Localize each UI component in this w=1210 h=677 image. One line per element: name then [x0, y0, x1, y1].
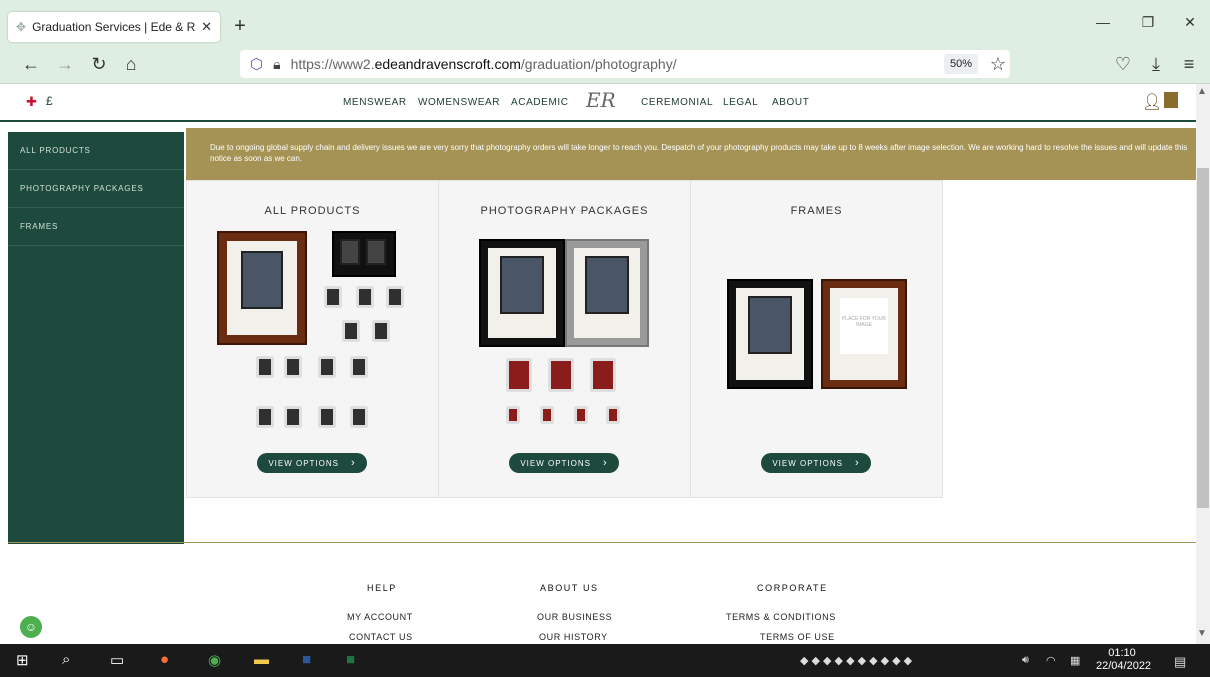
- menu-icon[interactable]: ≡: [1176, 52, 1202, 76]
- shield-icon: ⬡: [250, 56, 264, 73]
- pocket-icon[interactable]: ♡: [1110, 52, 1136, 76]
- clock-time: 01:10: [1108, 647, 1136, 659]
- footer-heading-help: HELP: [367, 583, 397, 593]
- nav-about[interactable]: ABOUT: [772, 97, 809, 108]
- footer-link-our-history[interactable]: OUR HISTORY: [539, 632, 608, 642]
- chat-icon[interactable]: ☺: [20, 616, 42, 638]
- sidebar-item-photography-packages[interactable]: PHOTOGRAPHY PACKAGES: [8, 170, 184, 208]
- wood-frame-image: [217, 231, 307, 345]
- firefox-icon[interactable]: ●: [160, 651, 169, 668]
- footer-link-our-business[interactable]: OUR BUSINESS: [537, 612, 612, 622]
- chevron-right-icon: ›: [855, 457, 860, 469]
- lock-icon: 🔒︎: [273, 55, 281, 72]
- product-card-frames[interactable]: FRAMES PLACE FOR YOUR IMAGE VIEW OPTIONS…: [690, 180, 943, 498]
- site-logo[interactable]: ER: [586, 88, 616, 112]
- volume-icon[interactable]: 🔊︎: [1022, 654, 1029, 667]
- footer-link-terms-of-use[interactable]: TERMS OF USE: [760, 632, 835, 642]
- account-icon[interactable]: 👤︎: [1142, 92, 1162, 112]
- footer-heading-about: ABOUT US: [540, 583, 599, 593]
- button-label: VIEW OPTIONS: [520, 458, 591, 468]
- windows-taskbar: ⊞ ⌕ ▭ ● ◉ ▬ ■ ■ ◆ ◆ ◆ ◆ ◆ ◆ ◆ ◆ ◆ ◆ 🔊︎ ◠…: [0, 644, 1210, 677]
- word-icon[interactable]: ■: [302, 651, 311, 668]
- wood-frame-image: PLACE FOR YOUR IMAGE: [821, 279, 907, 389]
- black-frame-image: [479, 239, 565, 347]
- restore-icon[interactable]: ❐: [1133, 14, 1163, 31]
- view-options-button[interactable]: VIEW OPTIONS ›: [257, 453, 367, 473]
- view-options-button[interactable]: VIEW OPTIONS ›: [761, 453, 871, 473]
- reload-icon[interactable]: ↻: [86, 52, 112, 76]
- url-path: /graduation/photography/: [520, 56, 677, 72]
- nav-academic[interactable]: ACADEMIC: [511, 97, 569, 108]
- nav-legal[interactable]: LEGAL: [723, 97, 758, 108]
- scroll-down-icon[interactable]: ▼: [1197, 628, 1207, 639]
- footer-divider: [8, 542, 1196, 543]
- notifications-icon[interactable]: ▤: [1174, 654, 1186, 670]
- sidebar-item-frames[interactable]: FRAMES: [8, 208, 184, 246]
- home-icon[interactable]: ⌂: [118, 52, 144, 76]
- view-options-button[interactable]: VIEW OPTIONS ›: [509, 453, 619, 473]
- black-frame-image: [727, 279, 813, 389]
- windows-start-icon[interactable]: ⊞: [16, 651, 29, 669]
- close-tab-icon[interactable]: ✕: [201, 19, 212, 35]
- card-title: FRAMES: [790, 205, 843, 217]
- product-card-photography-packages[interactable]: PHOTOGRAPHY PACKAGES VIEW OPTIONS ›: [438, 180, 691, 498]
- scrollbar-thumb[interactable]: [1197, 168, 1209, 508]
- task-view-icon[interactable]: ▭: [110, 651, 124, 669]
- sidebar: ALL PRODUCTS PHOTOGRAPHY PACKAGES FRAMES: [8, 132, 184, 544]
- footer-link-terms-conditions[interactable]: TERMS & CONDITIONS: [726, 612, 836, 622]
- system-tray-icons[interactable]: ◆ ◆ ◆ ◆ ◆ ◆ ◆ ◆ ◆ ◆: [800, 654, 912, 667]
- close-window-icon[interactable]: ✕: [1175, 14, 1205, 31]
- favicon-icon: ✥: [16, 20, 27, 34]
- forward-icon[interactable]: →: [52, 52, 78, 76]
- new-tab-button[interactable]: +: [230, 14, 250, 38]
- minimize-icon[interactable]: —: [1088, 14, 1118, 30]
- double-frame-image: [332, 231, 396, 277]
- button-label: VIEW OPTIONS: [772, 458, 843, 468]
- browser-tab-bar: ✥ Graduation Services | Ede & Rav ✕ + — …: [0, 0, 1210, 44]
- card-title: ALL PRODUCTS: [264, 205, 361, 217]
- nav-womenswear[interactable]: WOMENSWEAR: [418, 97, 500, 108]
- clock[interactable]: 01:10 22/04/2022: [1096, 647, 1152, 673]
- footer-link-my-account[interactable]: MY ACCOUNT: [347, 612, 413, 622]
- footer-heading-corporate: CORPORATE: [757, 583, 828, 593]
- button-label: VIEW OPTIONS: [268, 458, 339, 468]
- footer-link-contact-us[interactable]: CONTACT US: [349, 632, 413, 642]
- sidebar-item-all-products[interactable]: ALL PRODUCTS: [8, 132, 184, 170]
- zoom-level[interactable]: 50%: [944, 54, 978, 74]
- tab-title: Graduation Services | Ede & Rav: [32, 20, 196, 34]
- excel-icon[interactable]: ■: [346, 651, 355, 668]
- browser-nav-bar: ← → ↻ ⌂ ⬡ 🔒︎ https://www2.edeandravenscr…: [0, 44, 1210, 84]
- product-card-all-products[interactable]: ALL PRODUCTS VIEW OPTIONS ›: [186, 180, 439, 498]
- silver-frame-image: [565, 239, 649, 347]
- frame-placeholder: PLACE FOR YOUR IMAGE: [840, 298, 888, 354]
- keyboard-icon[interactable]: ▦: [1070, 654, 1080, 667]
- scroll-up-icon[interactable]: ▲: [1197, 86, 1207, 97]
- site-header: ✚ £ MENSWEAR WOMENSWEAR ACADEMIC ER CERE…: [0, 84, 1196, 122]
- card-title: PHOTOGRAPHY PACKAGES: [480, 205, 649, 217]
- download-icon[interactable]: ⤓: [1143, 52, 1169, 76]
- nav-menswear[interactable]: MENSWEAR: [343, 97, 407, 108]
- search-icon[interactable]: ⌕: [62, 651, 70, 668]
- browser-tab[interactable]: ✥ Graduation Services | Ede & Rav ✕: [8, 12, 220, 42]
- currency-selector[interactable]: £: [46, 94, 53, 108]
- nav-ceremonial[interactable]: CEREMONIAL: [641, 97, 713, 108]
- clock-date: 22/04/2022: [1096, 660, 1152, 672]
- bookmark-star-icon[interactable]: ☆: [985, 52, 1011, 76]
- uk-flag-icon[interactable]: ✚: [26, 94, 37, 110]
- url-prefix: https://www2.: [290, 56, 375, 72]
- url-bar[interactable]: ⬡ 🔒︎ https://www2.edeandravenscroft.com/…: [240, 50, 1010, 78]
- chevron-right-icon: ›: [351, 457, 356, 469]
- delivery-notice: Due to ongoing global supply chain and d…: [186, 128, 1196, 180]
- chevron-right-icon: ›: [603, 457, 608, 469]
- url-domain: edeandravenscroft.com: [374, 56, 521, 72]
- chrome-icon[interactable]: ◉: [208, 651, 221, 669]
- basket-icon[interactable]: [1164, 92, 1178, 108]
- wifi-icon[interactable]: ◠: [1046, 654, 1056, 667]
- back-icon[interactable]: ←: [18, 52, 44, 76]
- file-explorer-icon[interactable]: ▬: [254, 651, 269, 668]
